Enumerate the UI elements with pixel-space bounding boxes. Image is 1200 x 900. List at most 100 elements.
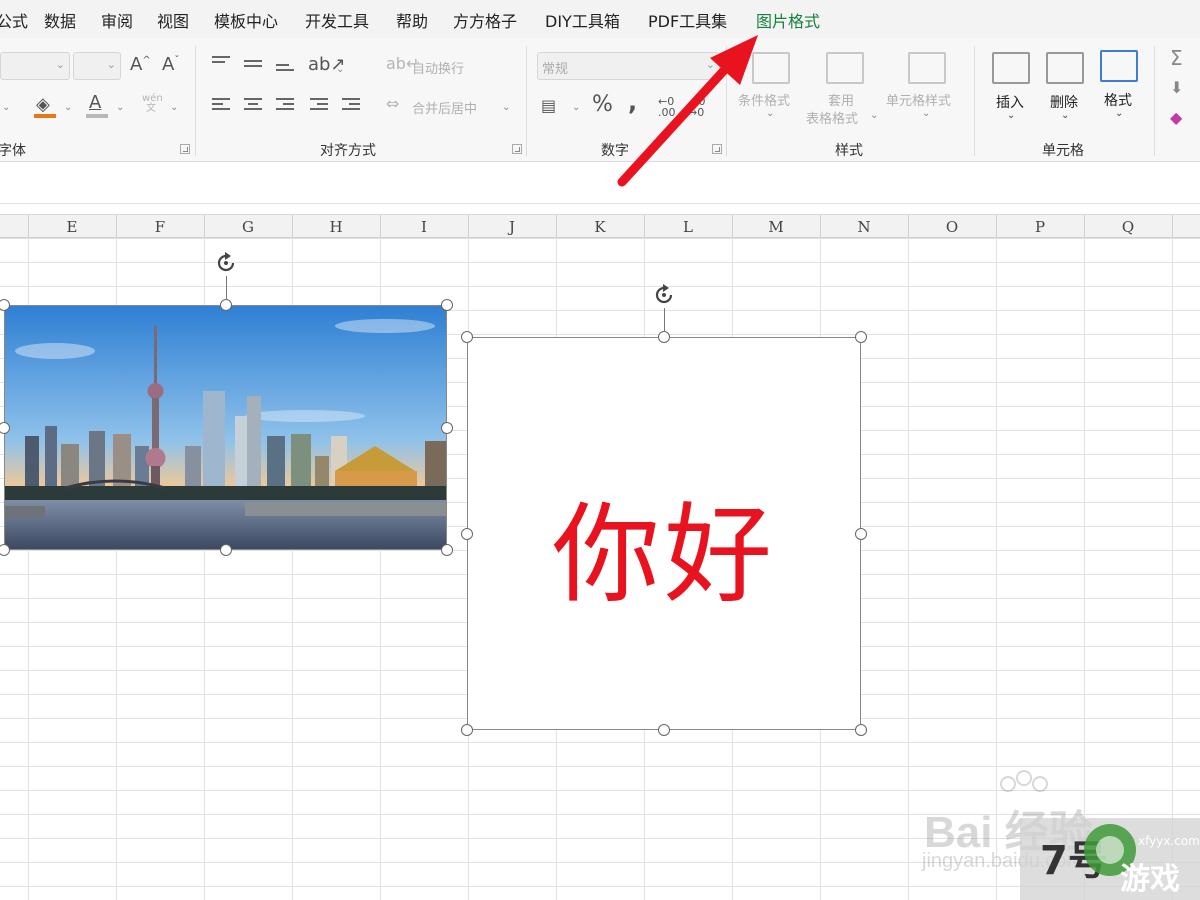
align-left-icon[interactable] [212,98,230,112]
insert-cells-button[interactable]: 插入 [996,92,1024,112]
font-dialog-launcher-icon[interactable] [180,144,190,154]
column-header-f[interactable]: F [116,218,204,236]
delete-cells-button[interactable]: 删除 [1050,92,1078,112]
resize-handle[interactable] [441,299,453,311]
align-bottom-icon[interactable] [276,64,294,78]
column-header-e[interactable]: E [28,218,116,236]
wrap-text-button[interactable]: 自动换行 [412,58,464,77]
column-header-n[interactable]: N [820,218,908,236]
align-right-icon[interactable] [276,98,294,112]
merge-dropdown-icon[interactable]: ⌄ [502,102,510,113]
format-cells-icon[interactable] [1100,50,1138,82]
separator [195,46,196,156]
resize-handle[interactable] [461,528,473,540]
resize-handle[interactable] [441,422,453,434]
menu-view[interactable]: 视图 [157,8,189,32]
column-divider[interactable] [1172,215,1173,239]
menu-formulas[interactable]: 公式 [0,8,28,32]
font-name-combo[interactable]: ⌄ [0,52,70,80]
resize-handle[interactable] [461,724,473,736]
fill-color-swatch [34,114,56,118]
textbox-content[interactable]: 你好 [468,468,860,624]
orientation-dropdown-icon[interactable]: ⌄ [336,64,344,75]
format-as-table-button-line2[interactable]: 表格格式 [806,108,858,127]
fill-color-dropdown-icon[interactable]: ⌄ [64,102,72,113]
cell-style-dropdown-icon[interactable]: ⌄ [922,108,930,119]
resize-handle[interactable] [658,724,670,736]
menu-data[interactable]: 数据 [44,8,76,32]
align-middle-icon[interactable] [244,60,262,74]
delete-cells-icon[interactable] [1046,52,1084,84]
game-watermark-text: 游戏 [1120,862,1180,897]
menu-pdf-tools[interactable]: PDF工具集 [648,8,727,32]
font-color-dropdown-icon[interactable]: ⌄ [116,102,124,113]
border-dropdown-icon[interactable]: ⌄ [2,102,10,113]
menu-fangfang[interactable]: 方方格子 [453,8,517,32]
column-header-q[interactable]: Q [1084,218,1172,236]
insert-cells-icon[interactable] [992,52,1030,84]
alignment-dialog-launcher-icon[interactable] [512,144,522,154]
menu-help[interactable]: 帮助 [396,8,428,32]
column-header-m[interactable]: M [732,218,820,236]
align-top-icon[interactable] [212,56,230,70]
city-skyline-picture[interactable] [4,305,447,550]
rotate-icon[interactable] [651,282,677,308]
font-grow-icon[interactable]: A^ [130,56,151,74]
align-center-icon[interactable] [244,98,262,112]
menu-developer[interactable]: 开发工具 [305,8,369,32]
format-as-table-icon[interactable] [826,52,864,84]
cell-style-button[interactable]: 单元格样式 [886,90,951,109]
column-header-j[interactable]: J [468,218,556,236]
column-header-k[interactable]: K [556,218,644,236]
decrease-indent-icon[interactable] [310,98,328,112]
delete-dropdown-icon[interactable]: ⌄ [1061,110,1069,121]
resize-handle[interactable] [220,299,232,311]
currency-icon[interactable]: ▤ [541,98,556,114]
game-watermark-url: xfyyx.com [1138,834,1200,848]
format-as-table-button-line1[interactable]: 套用 [828,90,854,109]
font-shrink-icon[interactable]: Aˇ [162,56,179,74]
column-header-l[interactable]: L [644,218,732,236]
font-size-combo[interactable]: ⌄ [73,52,121,80]
resize-handle[interactable] [855,331,867,343]
insert-dropdown-icon[interactable]: ⌄ [1007,110,1015,121]
menu-picture-format[interactable]: 图片格式 [756,8,820,32]
separator [1154,46,1155,156]
format-cells-button[interactable]: 格式 [1104,90,1132,110]
column-header-row: EFGHIJKLMNOPQ [0,214,1200,239]
increase-indent-icon[interactable] [342,98,360,112]
menu-review[interactable]: 审阅 [101,8,133,32]
format-dropdown-icon[interactable]: ⌄ [1115,108,1123,119]
phonetic-dropdown-icon[interactable]: ⌄ [170,102,178,113]
annotation-arrow-icon [617,35,758,187]
fill-color-icon[interactable]: ◈ [36,96,50,114]
column-header-g[interactable]: G [204,218,292,236]
resize-handle[interactable] [461,331,473,343]
merge-center-icon[interactable]: ⇔ [386,96,399,112]
clear-icon[interactable]: ◆ [1170,110,1182,126]
menu-diy-toolbox[interactable]: DIY工具箱 [545,8,620,32]
cell-style-icon[interactable] [908,52,946,84]
resize-handle[interactable] [855,528,867,540]
resize-handle[interactable] [441,544,453,556]
column-header-i[interactable]: I [380,218,468,236]
autosum-icon[interactable]: Σ [1170,48,1183,68]
merge-center-button[interactable]: 合并后居中 [412,98,477,117]
rotation-connector [226,276,227,300]
font-color-icon[interactable]: A [89,94,101,112]
column-header-p[interactable]: P [996,218,1084,236]
resize-handle[interactable] [220,544,232,556]
fill-icon[interactable]: ⬇ [1170,80,1183,96]
currency-dropdown-icon[interactable]: ⌄ [572,102,580,113]
resize-handle[interactable] [658,331,670,343]
format-as-table-dropdown-icon[interactable]: ⌄ [870,110,878,121]
menu-template-center[interactable]: 模板中心 [214,8,278,32]
phonetic-icon[interactable]: wén 文 [142,94,163,114]
rotation-connector [664,308,665,332]
hello-textbox[interactable]: 你好 [467,337,861,730]
city-skyline-image [5,306,446,549]
rotate-icon[interactable] [213,250,239,276]
resize-handle[interactable] [855,724,867,736]
column-header-h[interactable]: H [292,218,380,236]
column-header-o[interactable]: O [908,218,996,236]
